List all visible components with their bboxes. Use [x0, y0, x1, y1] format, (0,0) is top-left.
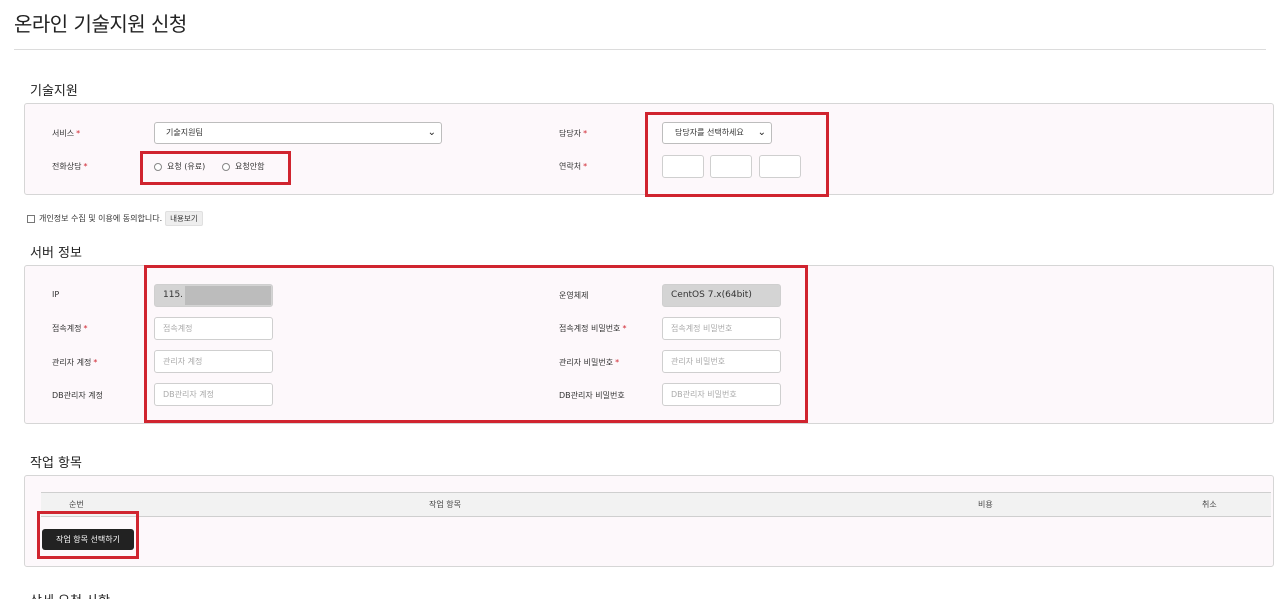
view-terms-button[interactable]: 내용보기	[165, 211, 203, 226]
manager-select[interactable]: 담당자를 선택하세요 ⌄	[662, 122, 772, 144]
db-account-input[interactable]: DB관리자 계정	[154, 383, 273, 406]
access-account-input[interactable]: 접속계정	[154, 317, 273, 340]
detail-request-heading: 상세 요청 사항	[30, 590, 110, 599]
service-select[interactable]: 기술지원팀 ⌄	[154, 122, 442, 144]
ip-label: IP	[52, 290, 60, 299]
chevron-down-icon: ⌄	[757, 127, 766, 138]
ip-redaction	[185, 286, 271, 305]
contact-label: 연락처 *	[559, 162, 588, 171]
radio-request-paid[interactable]: 요청 (유료)	[154, 161, 205, 172]
page-title: 온라인 기술지원 신청	[14, 12, 187, 36]
db-password-label: DB관리자 비밀번호	[559, 391, 625, 400]
access-password-label: 접속계정 비밀번호 *	[559, 324, 627, 333]
contact-field-1[interactable]	[662, 155, 704, 178]
column-header-number: 순번	[69, 500, 84, 509]
work-items-panel	[24, 475, 1274, 567]
os-label: 운영체제	[559, 291, 589, 300]
column-header-work-item: 작업 항목	[429, 500, 461, 509]
consent-checkbox[interactable]	[27, 214, 35, 223]
ip-field: 115.	[154, 284, 273, 307]
select-work-items-button[interactable]: 작업 항목 선택하기	[42, 529, 134, 550]
contact-field-3[interactable]	[759, 155, 801, 178]
server-info-heading: 서버 정보	[30, 246, 82, 261]
title-divider	[14, 49, 1266, 50]
admin-password-input[interactable]: 관리자 비밀번호	[662, 350, 781, 373]
work-items-heading: 작업 항목	[30, 456, 82, 471]
chevron-down-icon: ⌄	[427, 127, 436, 138]
work-items-table-header: 순번 작업 항목 비용 취소	[41, 492, 1271, 517]
db-account-label: DB관리자 계정	[52, 391, 103, 400]
column-header-cancel: 취소	[1202, 500, 1217, 509]
radio-circle-icon	[222, 162, 230, 171]
consent-text: 개인정보 수집 및 이용에 동의합니다.	[39, 214, 163, 223]
admin-account-input[interactable]: 관리자 계정	[154, 350, 273, 373]
db-password-input[interactable]: DB관리자 비밀번호	[662, 383, 781, 406]
server-info-panel: IP 115. 운영체제 CentOS 7.x(64bit) 접속계정 * 접속계…	[24, 265, 1274, 424]
tech-support-panel: 서비스 * 기술지원팀 ⌄ 담당자 * 담당자를 선택하세요 ⌄ 전화상담 * 요청 …	[24, 103, 1274, 195]
admin-account-label: 관리자 계정 *	[52, 358, 98, 367]
phone-consult-label: 전화상담 *	[52, 162, 88, 171]
os-field: CentOS 7.x(64bit)	[662, 284, 781, 307]
radio-no-request[interactable]: 요청안함	[222, 161, 264, 172]
tech-support-heading: 기술지원	[30, 84, 78, 99]
manager-label: 담당자 *	[559, 129, 588, 138]
access-account-label: 접속계정 *	[52, 324, 88, 333]
privacy-consent: 개인정보 수집 및 이용에 동의합니다. 내용보기	[27, 211, 203, 226]
service-label: 서비스 *	[52, 129, 81, 138]
contact-field-2[interactable]	[710, 155, 752, 178]
access-password-input[interactable]: 접속계정 비밀번호	[662, 317, 781, 340]
radio-circle-icon	[154, 162, 162, 171]
column-header-cost: 비용	[978, 500, 993, 509]
admin-password-label: 관리자 비밀번호 *	[559, 358, 620, 367]
